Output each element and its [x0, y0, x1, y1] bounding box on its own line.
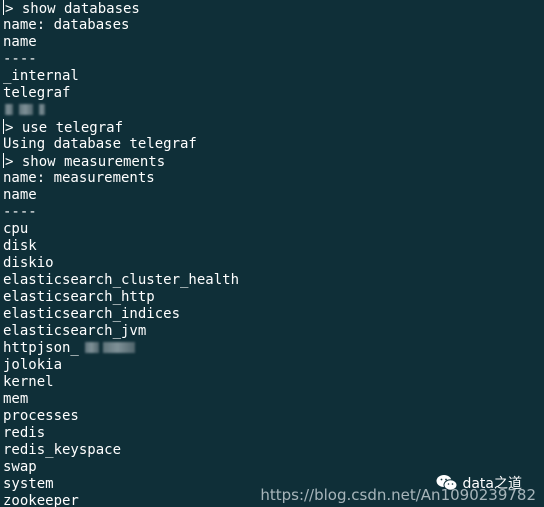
- output-line: name: [3, 34, 37, 50]
- command-line: > show databases: [3, 0, 544, 17]
- measurement-item: cpu: [3, 221, 29, 237]
- measurement-item: processes: [3, 408, 79, 424]
- redaction-blur: [19, 104, 33, 115]
- terminal-window[interactable]: > show databases name: databases name --…: [0, 0, 544, 507]
- output-line: _internal: [3, 68, 79, 84]
- output-line: name: measurements: [3, 170, 155, 186]
- output-line: telegraf: [3, 85, 71, 101]
- output-line: Using database telegraf: [3, 136, 197, 152]
- redaction-blur: [5, 104, 13, 115]
- output-line: name: databases: [3, 17, 130, 33]
- measurement-item: elasticsearch_http: [3, 289, 155, 305]
- measurement-item: disk: [3, 238, 37, 254]
- measurement-text: httpjson_: [3, 340, 79, 356]
- measurement-item: redis: [3, 425, 46, 441]
- measurement-item: elasticsearch_indices: [3, 306, 181, 322]
- command-line: > use telegraf: [3, 119, 544, 136]
- cursor-icon: [3, 119, 4, 134]
- measurement-item: httpjson_: [3, 340, 544, 357]
- watermark: https://blog.csdn.net/An1090239782: [260, 486, 536, 504]
- measurement-item: diskio: [3, 255, 54, 271]
- cursor-icon: [3, 0, 4, 15]
- command-text: > show databases: [5, 1, 140, 17]
- measurement-item: kernel: [3, 374, 54, 390]
- measurement-item: redis_keyspace: [3, 442, 122, 458]
- redaction-blur: [39, 104, 45, 115]
- output-line: name: [3, 187, 37, 203]
- watermark-url: https://blog.csdn.net/An1090239782: [260, 486, 536, 504]
- command-text: > use telegraf: [5, 120, 124, 136]
- command-text: > show measurements: [5, 154, 166, 170]
- redaction-blur: [102, 342, 135, 353]
- command-line: > show measurements: [3, 153, 544, 170]
- output-line: ----: [3, 204, 37, 220]
- measurement-item: elasticsearch_cluster_health: [3, 272, 240, 288]
- redaction-blur: [84, 342, 99, 353]
- redacted-line: [3, 102, 544, 119]
- cursor-icon: [3, 153, 4, 168]
- measurement-item: elasticsearch_jvm: [3, 323, 147, 339]
- output-line: ----: [3, 51, 37, 67]
- measurement-item: mem: [3, 391, 29, 407]
- measurement-item: jolokia: [3, 357, 63, 373]
